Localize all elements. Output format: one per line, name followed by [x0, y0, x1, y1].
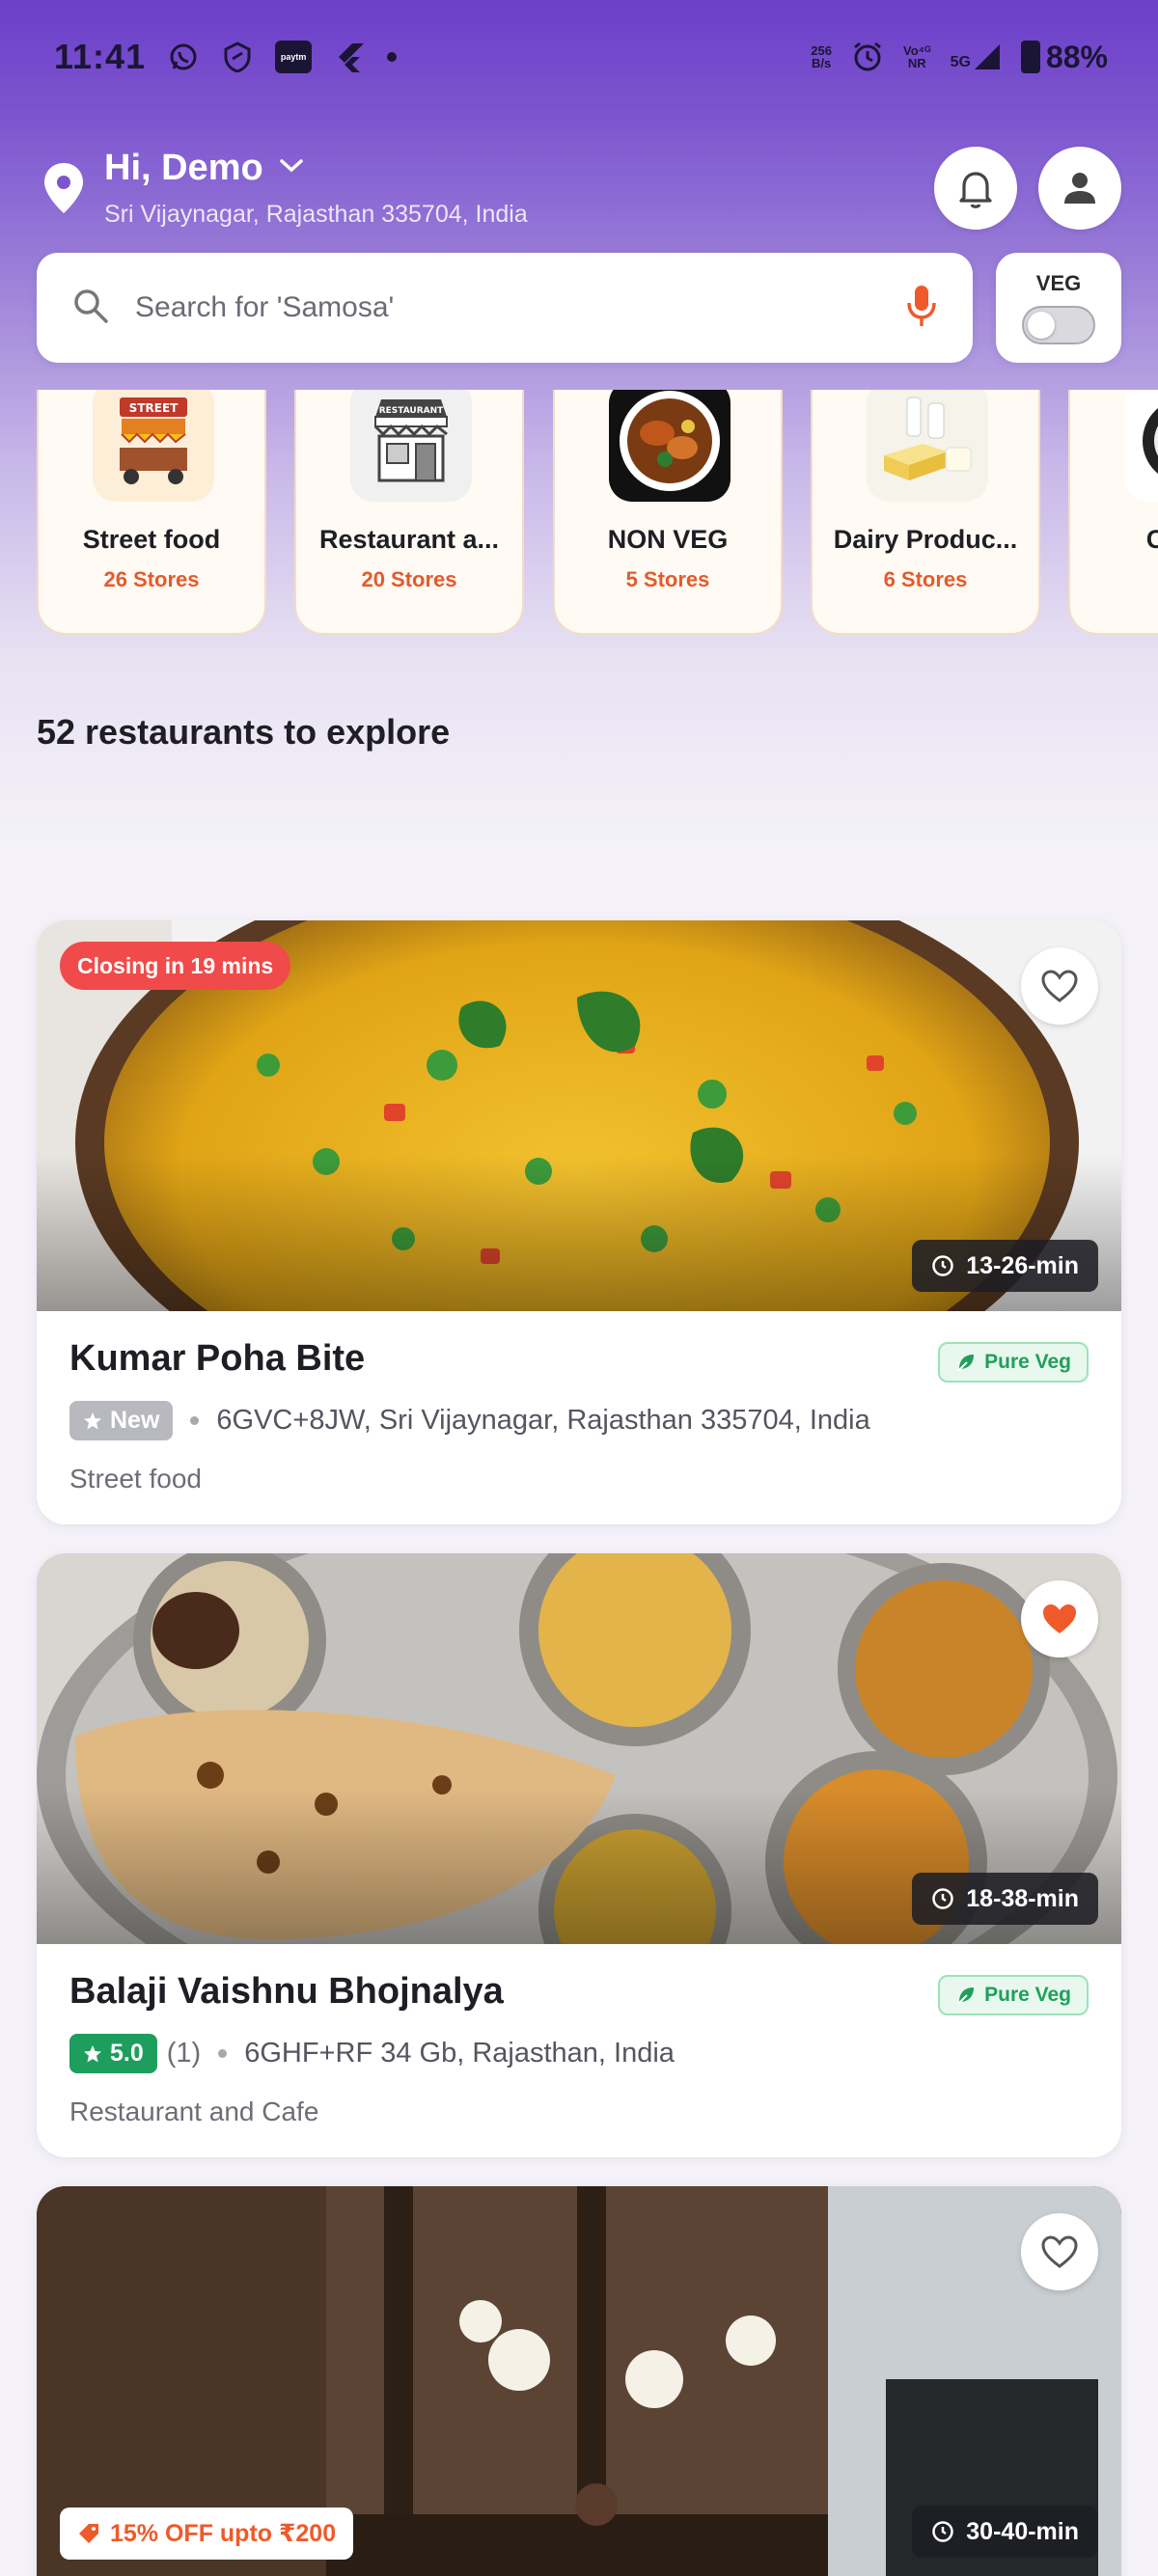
search-input[interactable]: Search for 'Samosa'	[37, 253, 973, 363]
clock-icon	[932, 1888, 954, 1909]
restaurant-address: 6GHF+RF 34 Gb, Rajasthan, India	[244, 2038, 675, 2069]
shield-app-icon	[221, 41, 254, 73]
more-notifications-dot	[387, 52, 398, 62]
restaurant-image: 18-38-min	[37, 1553, 1121, 1944]
heart-outline-icon	[1041, 2235, 1078, 2268]
delivery-time: 18-38-min	[912, 1873, 1098, 1925]
bell-icon	[959, 172, 992, 208]
clock-icon	[932, 2521, 954, 2542]
favorite-button[interactable]	[1021, 1580, 1098, 1658]
restaurant-name: Kumar Poha Bite	[69, 1338, 366, 1379]
veg-label: VEG	[1035, 271, 1082, 295]
leaf-icon	[957, 1987, 975, 2005]
whatsapp-icon	[167, 41, 200, 73]
category-name: Dairy Produc...	[833, 525, 1018, 554]
leaf-icon	[957, 1355, 975, 1372]
signal-icon	[974, 44, 1000, 69]
cloud-kitchen-icon	[1124, 390, 1158, 502]
svg-text:RESTAURANT: RESTAURANT	[379, 406, 444, 416]
signal-indicator: 5G	[951, 42, 1002, 71]
notifications-button[interactable]	[934, 147, 1017, 230]
battery-icon	[1020, 41, 1040, 73]
category-count: 5 Stores	[625, 567, 710, 591]
category-count: 2	[1070, 567, 1158, 592]
category-count: 20 Stores	[361, 567, 457, 591]
location-pin-icon	[37, 154, 91, 222]
favorite-button[interactable]	[1021, 947, 1098, 1025]
category-name: NON VEG	[607, 525, 729, 554]
category-count: 26 Stores	[103, 567, 200, 591]
separator-dot	[190, 1416, 200, 1425]
favorite-button[interactable]	[1021, 2213, 1098, 2290]
veg-filter[interactable]: VEG	[996, 253, 1121, 363]
star-icon	[84, 1411, 101, 1429]
location-selector[interactable]: Hi, Demo Sri Vijaynagar, Rajasthan 33570…	[104, 148, 528, 229]
non-veg-platter-icon	[609, 390, 731, 502]
search-icon	[71, 287, 110, 330]
star-icon	[84, 2044, 101, 2062]
current-address: Sri Vijaynagar, Rajasthan 335704, India	[104, 201, 528, 228]
status-bar: 11:41 paytm 256 B/s Vo⁴ᴳ NR 5G 88%	[0, 0, 1158, 114]
new-badge: New	[69, 1401, 174, 1440]
restaurant-address: 6GVC+8JW, Sri Vijaynagar, Rajasthan 3357…	[216, 1405, 870, 1436]
alarm-icon	[851, 41, 884, 73]
restaurant-image: Closing in 19 mins 13-26-min	[37, 920, 1121, 1311]
restaurant-category: Street food	[69, 1464, 202, 1494]
svg-text:STREET: STREET	[129, 401, 179, 415]
heart-outline-icon	[1041, 970, 1078, 1002]
battery-indicator: 88%	[1020, 40, 1108, 75]
search-row: Search for 'Samosa' VEG	[37, 253, 1121, 363]
restaurant-category: Restaurant and Cafe	[69, 2096, 319, 2126]
offer-badge: 15% OFF upto ₹200	[60, 2507, 354, 2560]
category-name: Cloud	[1145, 525, 1158, 554]
restaurant-storefront-icon: RESTAURANT	[350, 390, 472, 502]
location-header: Hi, Demo Sri Vijaynagar, Rajasthan 33570…	[37, 135, 1121, 241]
section-title: 52 restaurants to explore	[37, 712, 451, 752]
dairy-products-icon	[867, 390, 988, 502]
category-card-restaurant[interactable]: RESTAURANT Restaurant a... 20 Stores	[294, 390, 524, 635]
rating-count: (1)	[166, 2038, 202, 2069]
category-name: Street food	[82, 525, 221, 554]
heart-filled-icon	[1043, 1604, 1076, 1633]
restaurant-card[interactable]: 15% OFF upto ₹200 30-40-min	[37, 2186, 1121, 2576]
category-name: Restaurant a...	[318, 525, 500, 554]
net-speed: 256 B/s	[811, 43, 832, 70]
pure-veg-badge: Pure Veg	[938, 1342, 1089, 1383]
person-icon	[1064, 173, 1095, 204]
search-placeholder: Search for 'Samosa'	[135, 291, 395, 323]
category-card-cloud[interactable]: Cloud 2	[1068, 390, 1158, 635]
microphone-icon[interactable]	[905, 284, 938, 333]
closing-soon-badge: Closing in 19 mins	[60, 942, 291, 990]
veg-toggle[interactable]	[1022, 306, 1095, 344]
restaurant-image: 15% OFF upto ₹200 30-40-min	[37, 2186, 1121, 2576]
rating-badge: 5.0	[69, 2034, 157, 2073]
restaurant-card[interactable]: 18-38-min Balaji Vaishnu Bhojnalya Pure …	[37, 1553, 1121, 2157]
category-carousel[interactable]: STREET Street food 26 Stores RESTAURANT …	[0, 390, 1158, 637]
paytm-icon: paytm	[275, 41, 313, 73]
category-card-dairy[interactable]: Dairy Produc... 6 Stores	[811, 390, 1040, 635]
category-card-street-food[interactable]: STREET Street food 26 Stores	[37, 390, 266, 635]
category-card-non-veg[interactable]: NON VEG 5 Stores	[553, 390, 783, 635]
restaurant-name: Balaji Vaishnu Bhojnalya	[69, 1971, 504, 2012]
greeting-text: Hi, Demo	[104, 148, 263, 188]
street-food-cart-icon: STREET	[93, 390, 214, 502]
category-count: 6 Stores	[883, 567, 968, 591]
delivery-time: 30-40-min	[912, 2506, 1098, 2558]
volte-indicator: Vo⁴ᴳ NR	[903, 43, 931, 70]
pure-veg-badge: Pure Veg	[938, 1975, 1089, 2015]
profile-button[interactable]	[1038, 147, 1121, 230]
restaurant-card[interactable]: Closing in 19 mins 13-26-min Kumar Poha …	[37, 920, 1121, 1524]
chevron-down-icon	[279, 157, 304, 179]
delivery-time: 13-26-min	[912, 1240, 1098, 1292]
tag-icon	[79, 2524, 98, 2543]
separator-dot	[218, 2049, 228, 2058]
clock-icon	[932, 1255, 954, 1276]
status-time: 11:41	[54, 37, 147, 76]
flutter-icon	[333, 41, 366, 73]
